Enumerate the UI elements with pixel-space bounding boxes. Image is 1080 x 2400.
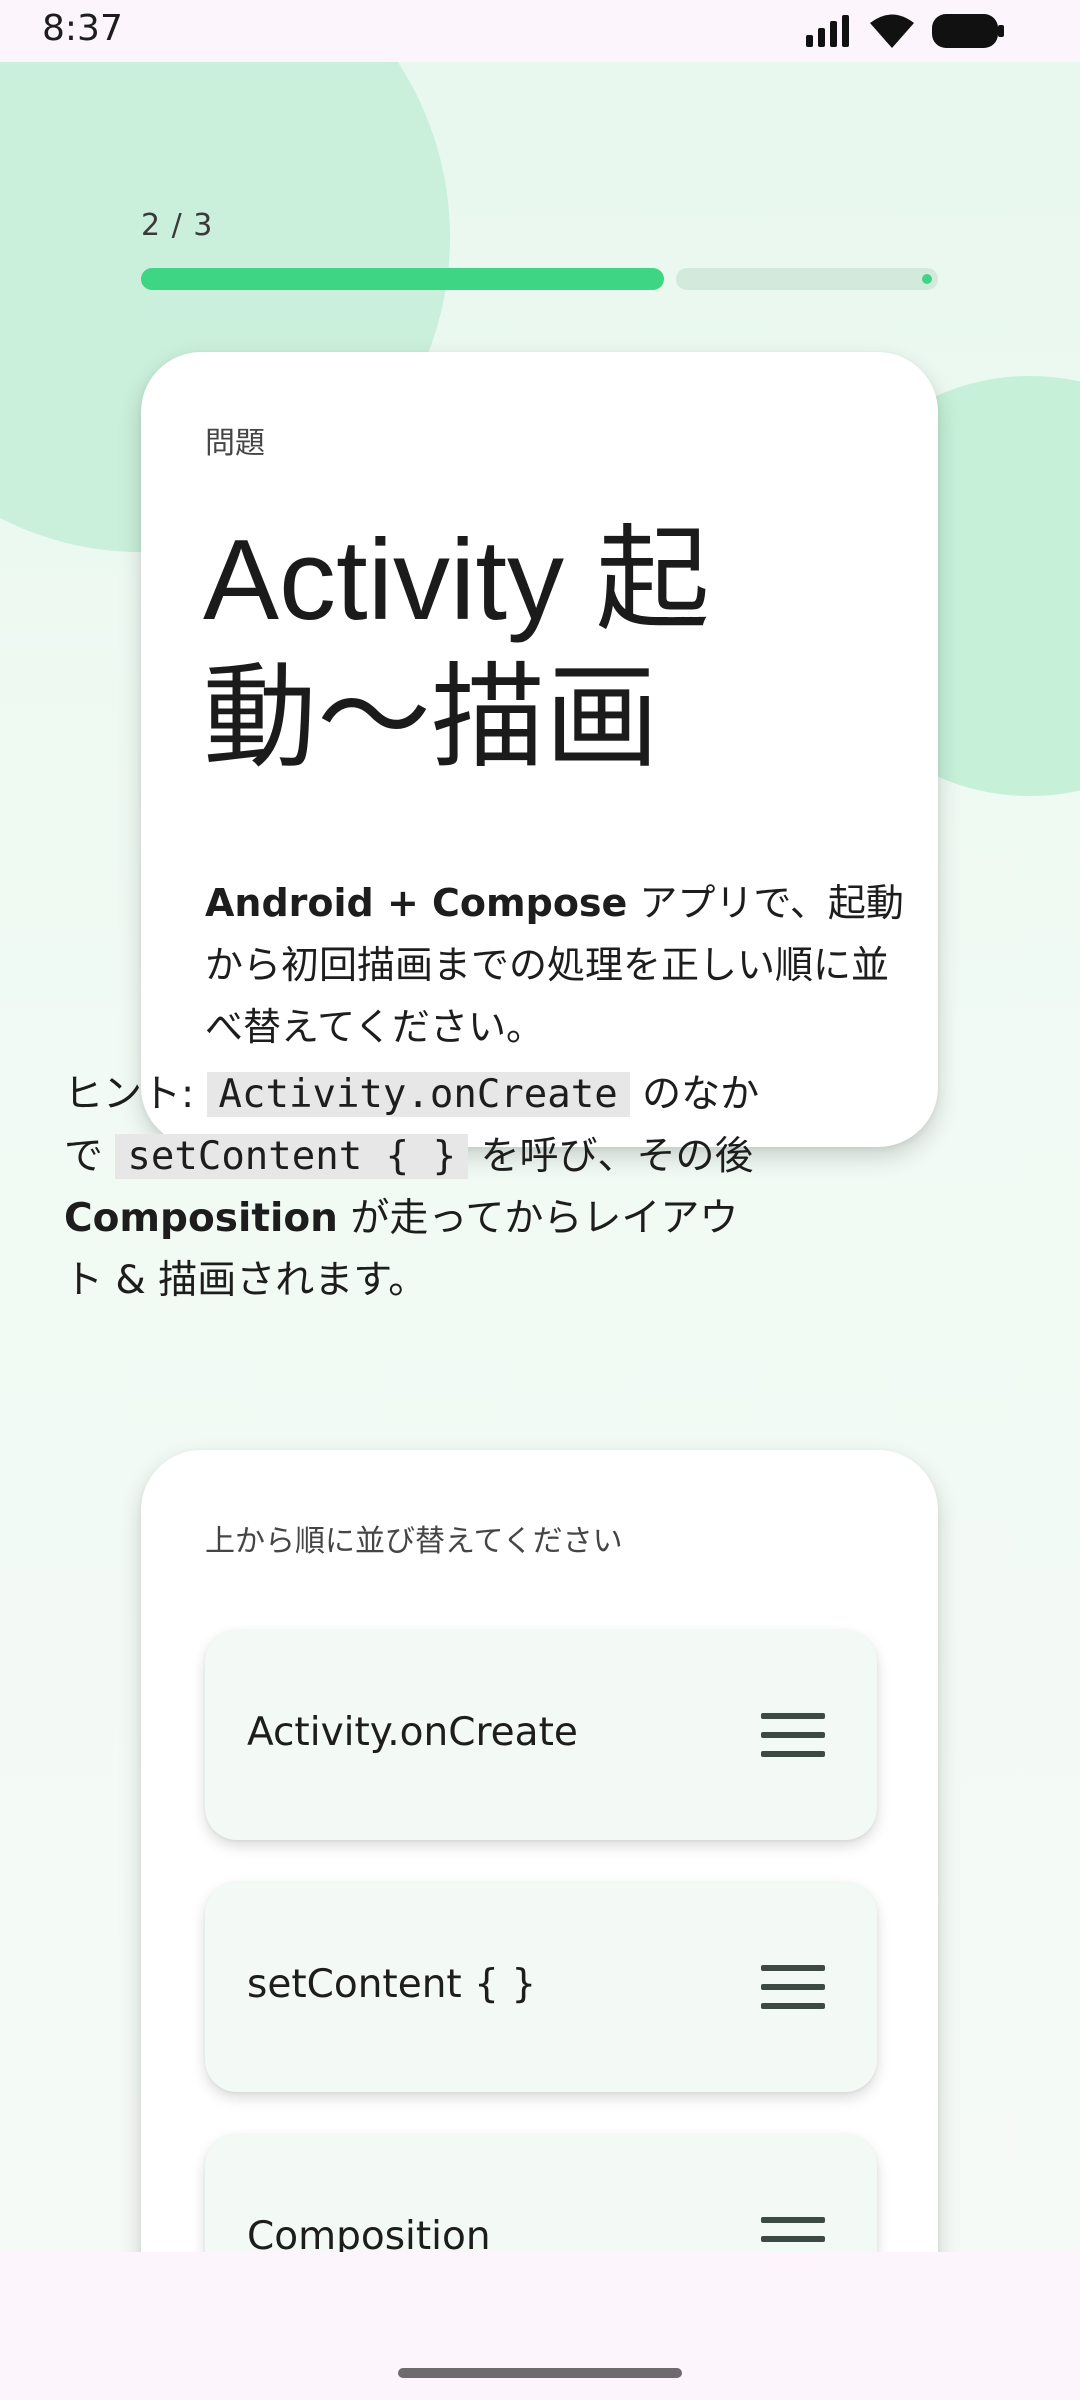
description-bold: Android + Compose [205,881,628,925]
question-title: Activity 起動〜描画 [203,517,710,782]
question-label: 問題 [205,426,265,461]
order-item-activity-oncreate[interactable]: Activity.onCreate [205,1630,877,1840]
drag-handle-icon[interactable] [761,1965,825,2009]
drag-handle-icon[interactable] [761,1713,825,1757]
order-item-composition[interactable]: Composition [205,2134,877,2252]
hint-prefix: ヒント: [64,1072,207,1117]
question-description: Android + Compose アプリで、起動から初回描画までの処理を正しい… [205,872,905,1058]
navigation-bar [0,2252,1080,2400]
quiz-screen: 2 / 3 問題 Activity 起動〜描画 Android + Compos… [0,62,1080,2252]
order-item-label: Activity.onCreate [247,1710,578,1755]
order-item-label: Composition [247,2214,491,2252]
order-item-label: setContent { } [247,1962,537,2007]
progress-fill [141,268,664,290]
status-time: 8:37 [42,8,123,49]
progress-bar [141,268,938,290]
battery-icon [932,14,1004,48]
progress-label: 2 / 3 [141,208,214,243]
status-icons [806,14,1004,48]
order-card: 上から順に並び替えてください Activity.onCreate setCont… [141,1450,938,2252]
progress-end-dot [922,274,932,284]
order-item-setcontent[interactable]: setContent { } [205,1882,877,2092]
wifi-icon [870,14,914,48]
question-card: 問題 Activity 起動〜描画 Android + Compose アプリで… [141,352,938,1147]
signal-icon [806,15,849,47]
hint-bold-composition: Composition [64,1196,338,1241]
status-bar: 8:37 [0,0,1080,62]
progress-track [676,268,938,290]
hint-code-oncreate: Activity.onCreate [206,1072,630,1117]
order-instruction: 上から順に並び替えてください [205,1524,623,1559]
hint-code-setcontent: setContent { } [115,1134,469,1179]
drag-handle-icon[interactable] [761,2217,825,2252]
hint-mid-2: を呼び、その後 [468,1134,754,1179]
question-hint: ヒント: Activity.onCreate のなかで setContent {… [64,1064,764,1312]
gesture-handle[interactable] [398,2368,682,2378]
